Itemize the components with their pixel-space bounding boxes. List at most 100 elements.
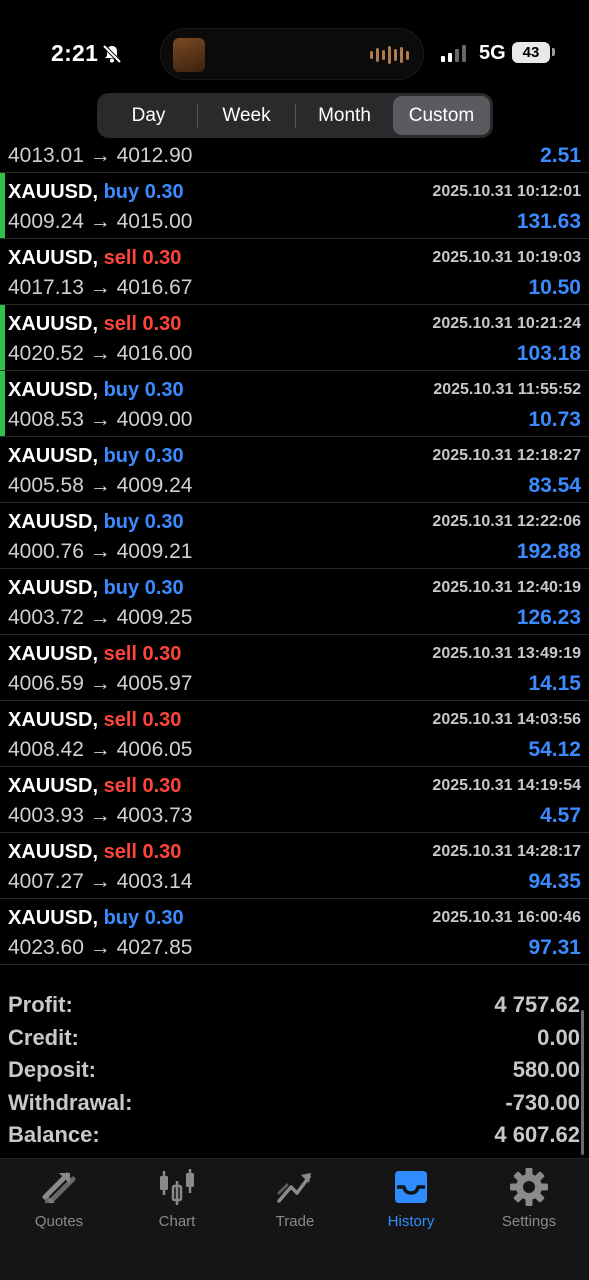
deal-prices: 4020.52 → 4016.00 <box>8 342 193 365</box>
deal-prices: 4008.42 → 4006.05 <box>8 738 193 761</box>
deal-symbol: XAUUSD, <box>8 313 99 335</box>
network-type: 5G <box>479 42 506 64</box>
tab-chart-label: Chart <box>158 1213 196 1230</box>
deal-symbol: XAUUSD, <box>8 775 99 797</box>
deal-row[interactable]: XAUUSD, sell 0.30 4020.52 → 4016.00 2025.1… <box>0 305 589 371</box>
tab-trade[interactable]: Trade <box>236 1167 354 1230</box>
deal-symbol: XAUUSD, <box>8 247 99 269</box>
tab-quotes-label: Quotes <box>34 1213 84 1230</box>
deal-datetime: 2025.10.31 11:55:52 <box>433 381 581 398</box>
deal-prices: 4008.53 → 4009.00 <box>8 408 193 431</box>
deal-symbol: XAUUSD, <box>8 907 99 929</box>
deal-prices: 4006.59 → 4005.97 <box>8 672 193 695</box>
deal-side: sell <box>103 643 137 665</box>
deal-symbol-line: XAUUSD, buy 0.30 <box>8 907 184 930</box>
deal-side: buy <box>103 577 140 599</box>
bell-muted-icon <box>102 44 122 64</box>
deal-row[interactable]: XAUUSD, buy 0.30 4008.53 → 4009.00 2025.10… <box>0 371 589 437</box>
deal-side: sell <box>103 313 137 335</box>
deal-prices: 4003.93 → 4003.73 <box>8 804 193 827</box>
summary-label: Balance: <box>8 1122 100 1147</box>
summary-label: Credit: <box>8 1024 79 1050</box>
tab-history-label: History <box>387 1213 435 1230</box>
deal-row[interactable]: XAUUSD, buy 0.30 4005.58 → 4009.24 2025.10… <box>0 437 589 503</box>
deal-datetime: 2025.10.31 10:12:01 <box>432 183 581 200</box>
summary-label: Deposit: <box>8 1057 96 1082</box>
summary-label: Profit: <box>8 992 73 1017</box>
deal-datetime: 2025.10.31 14:19:54 <box>432 777 581 794</box>
tab-settings[interactable]: Settings <box>470 1167 588 1230</box>
deal-profit: 2.51 <box>540 147 581 167</box>
deal-volume: 0.30 <box>142 775 182 797</box>
deal-volume: 0.30 <box>142 313 182 335</box>
tab-quotes[interactable]: Quotes <box>0 1167 118 1230</box>
bottom-tab-bar: Quotes Chart Trade History Settings <box>0 1158 589 1280</box>
deal-row[interactable]: XAUUSD, sell 0.304013.01 → 4012.902025.1… <box>0 147 589 173</box>
deal-symbol: XAUUSD, <box>8 445 99 467</box>
deal-symbol: XAUUSD, <box>8 379 99 401</box>
deal-list[interactable]: XAUUSD, sell 0.30 4013.01 → 4012.90 2025.1… <box>0 147 589 983</box>
open-position-marker <box>0 305 5 370</box>
deal-prices: 4000.76 → 4009.21 <box>8 540 193 563</box>
battery-tip <box>552 48 555 56</box>
deal-symbol-line: XAUUSD, sell 0.30 <box>8 775 181 798</box>
deal-row[interactable]: XAUUSD, sell 0.30 4008.42 → 4006.05 2025.1… <box>0 701 589 767</box>
tab-month[interactable]: Month <box>296 96 393 135</box>
deal-profit: 83.54 <box>528 474 581 497</box>
tab-history[interactable]: History <box>352 1167 470 1230</box>
tab-day[interactable]: Day <box>100 96 197 135</box>
chart-icon <box>160 1169 194 1205</box>
tab-week[interactable]: Week <box>198 96 295 135</box>
deal-symbol: XAUUSD, <box>8 841 99 863</box>
deal-datetime: 2025.10.31 14:28:17 <box>432 843 581 860</box>
deal-symbol-line: XAUUSD, buy 0.30 <box>8 181 184 204</box>
deal-symbol-line: XAUUSD, sell 0.30 <box>8 643 181 666</box>
deal-profit: 126.23 <box>516 606 581 629</box>
deal-profit: 131.63 <box>516 210 581 233</box>
deal-volume: 0.30 <box>144 379 184 401</box>
now-playing-artwork <box>173 38 205 72</box>
deal-volume: 0.30 <box>144 445 184 467</box>
summary-row: Balance: 4 607.62 <box>0 1122 589 1152</box>
tab-custom[interactable]: Custom <box>393 96 490 135</box>
deal-prices: 4023.60 → 4027.85 <box>8 936 193 959</box>
deal-symbol-line: XAUUSD, sell 0.30 <box>8 247 181 270</box>
deal-symbol-line: XAUUSD, sell 0.30 <box>8 313 181 336</box>
deal-volume: 0.30 <box>144 511 184 533</box>
audio-waveform-icon <box>370 46 409 64</box>
deal-row[interactable]: XAUUSD, buy 0.30 4023.60 → 4027.85 2025.10… <box>0 899 589 965</box>
summary-value: 0.00 <box>537 1024 580 1050</box>
deal-volume: 0.30 <box>144 577 184 599</box>
summary-label: Withdrawal: <box>8 1089 133 1115</box>
tab-chart[interactable]: Chart <box>118 1167 236 1230</box>
summary-row: Withdrawal: -730.00 <box>0 1090 589 1120</box>
deal-datetime: 2025.10.31 10:19:03 <box>432 249 581 266</box>
deal-row[interactable]: XAUUSD, buy 0.30 4000.76 → 4009.21 2025.10… <box>0 503 589 569</box>
deal-symbol: XAUUSD, <box>8 643 99 665</box>
deal-side: buy <box>103 907 140 929</box>
deal-prices: 4003.72 → 4009.25 <box>8 606 193 629</box>
deal-profit: 97.31 <box>528 936 581 959</box>
status-time: 2:21 <box>51 40 99 66</box>
deal-profit: 10.73 <box>528 408 581 431</box>
deal-symbol-line: XAUUSD, sell 0.30 <box>8 841 181 864</box>
settings-icon <box>510 1168 548 1206</box>
scroll-indicator[interactable] <box>581 1010 584 1155</box>
deal-row[interactable]: XAUUSD, buy 0.30 4009.24 → 4015.00 2025.10… <box>0 173 589 239</box>
deal-volume: 0.30 <box>144 181 184 203</box>
deal-datetime: 2025.10.31 14:03:56 <box>432 711 581 728</box>
deal-side: buy <box>103 511 140 533</box>
summary-value: 4 607.62 <box>494 1122 580 1147</box>
deal-side: sell <box>103 841 137 863</box>
deal-row[interactable]: XAUUSD, buy 0.30 4003.72 → 4009.25 2025.10… <box>0 569 589 635</box>
deal-side: sell <box>103 709 137 731</box>
deal-row[interactable]: XAUUSD, sell 0.30 4007.27 → 4003.14 2025.1… <box>0 833 589 899</box>
deal-side: sell <box>103 247 137 269</box>
deal-row[interactable]: XAUUSD, sell 0.30 4006.59 → 4005.97 2025.1… <box>0 635 589 701</box>
deal-row[interactable]: XAUUSD, sell 0.30 4017.13 → 4016.67 2025.1… <box>0 239 589 305</box>
summary-value: 4 757.62 <box>494 992 580 1017</box>
tab-settings-label: Settings <box>501 1213 557 1230</box>
deal-volume: 0.30 <box>142 709 182 731</box>
deal-profit: 192.88 <box>516 540 581 563</box>
deal-row[interactable]: XAUUSD, sell 0.30 4003.93 → 4003.73 2025.1… <box>0 767 589 833</box>
